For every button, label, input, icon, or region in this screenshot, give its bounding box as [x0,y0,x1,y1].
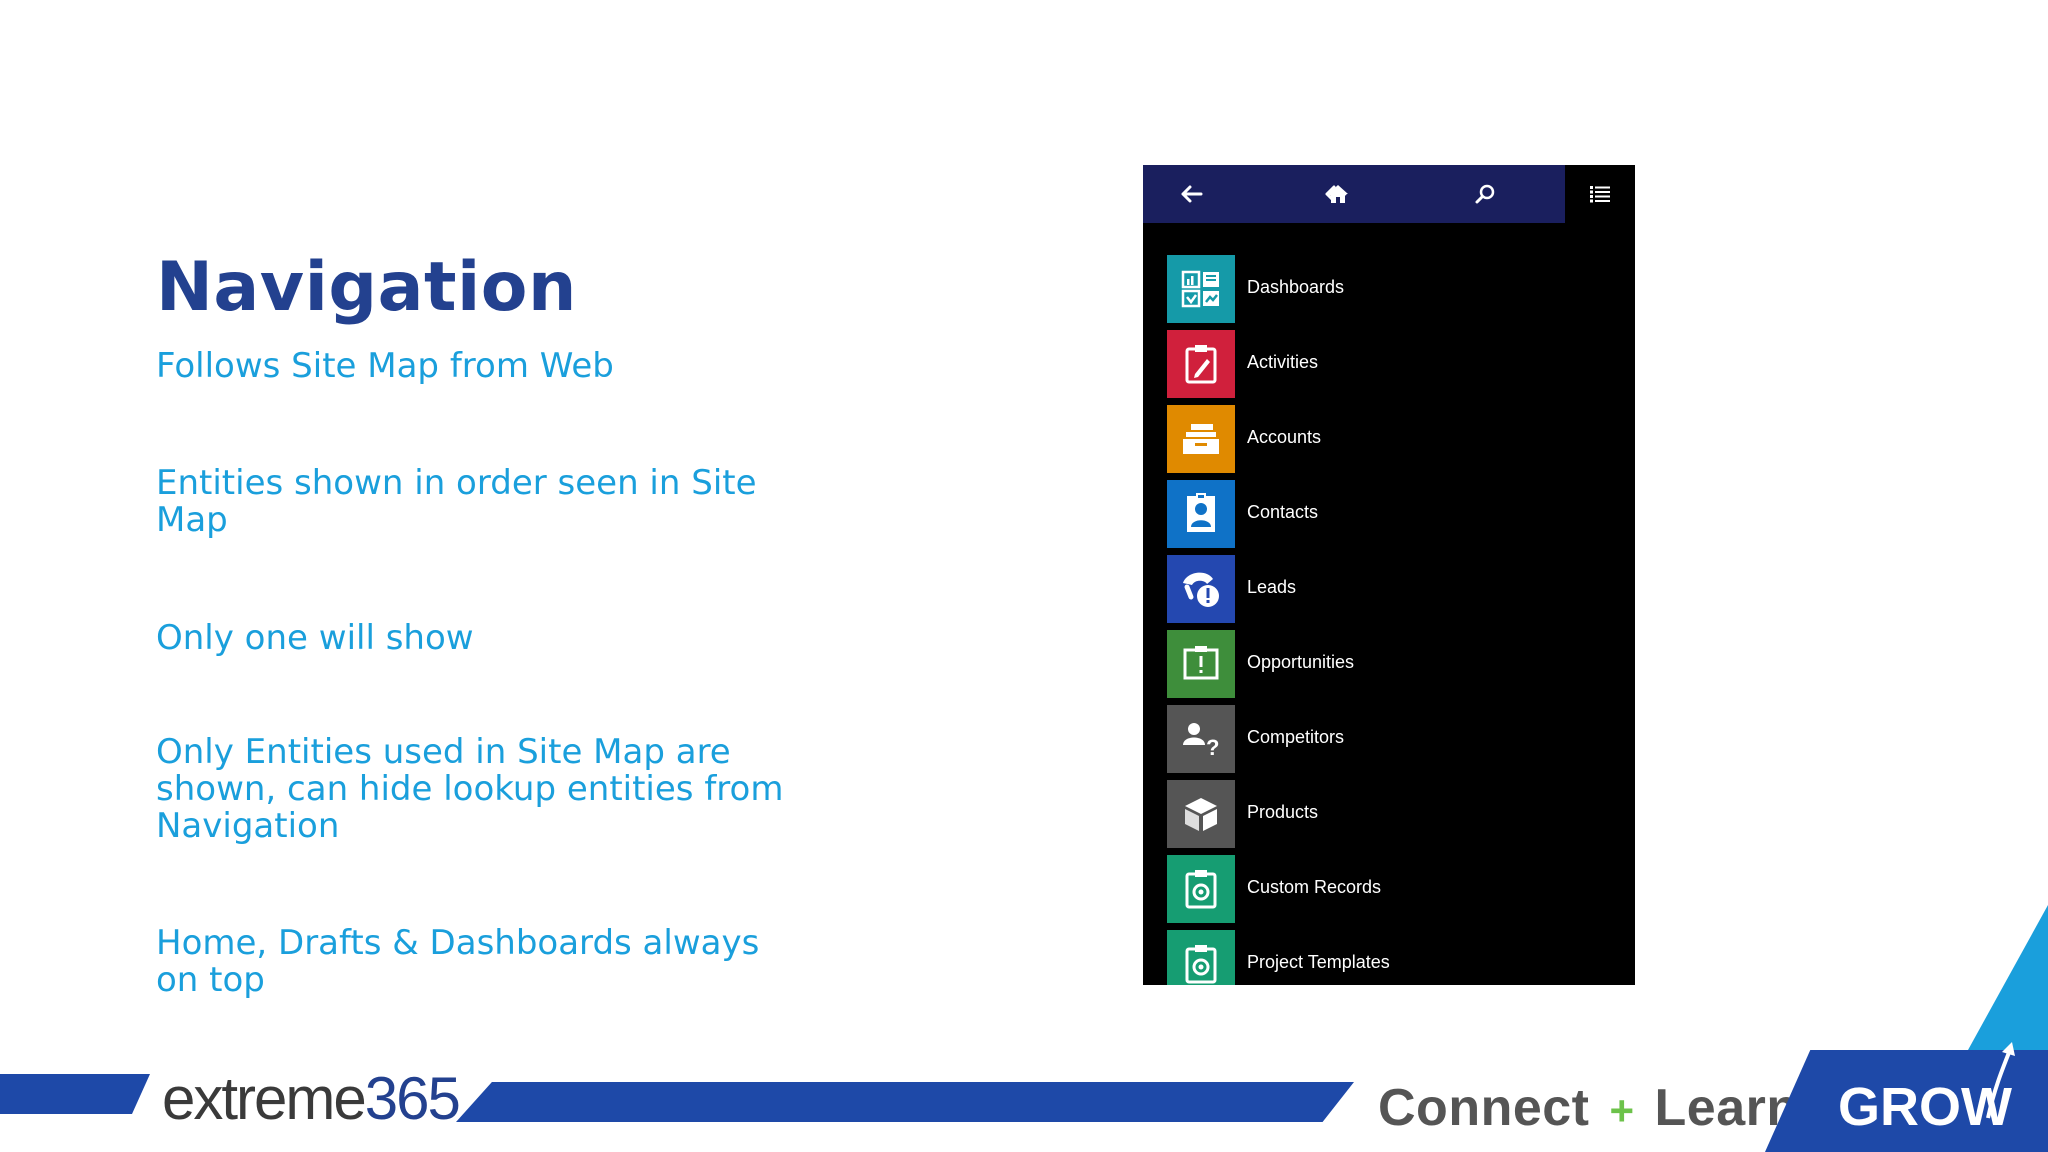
extreme365-logo: extreme365 [162,1064,461,1133]
nav-item-label: Activities [1247,352,1319,372]
clipboard-pen-icon [1185,345,1217,384]
svg-text:?: ? [1206,735,1219,759]
opportunities-tile [1167,630,1235,698]
nav-item-custom-records[interactable]: Custom Records [1143,853,1635,928]
box-icon [1185,798,1217,831]
custom-records-tile [1167,855,1235,923]
clipboard-gear-icon [1185,870,1217,909]
nav-item-label: Dashboards [1247,277,1345,297]
bullet-always-on-top: Home, Drafts & Dashboards always on top [156,923,760,1000]
contact-card-icon [1187,493,1215,532]
nav-item-label: Competitors [1247,727,1345,747]
activities-tile [1167,330,1235,398]
search-button[interactable] [1455,165,1515,223]
products-tile [1167,780,1235,848]
folder-stack-icon [1183,424,1219,454]
back-arrow-icon [1181,185,1203,203]
bullet-hide-lookup: Only Entities used in Site Map are shown… [156,732,784,846]
alert-board-icon [1183,646,1219,680]
navigation-menu-button[interactable] [1565,165,1635,223]
bullet-site-map: Follows Site Map from Web [156,346,614,386]
nav-item-label: Contacts [1247,502,1319,522]
nav-item-leads[interactable]: Leads [1143,553,1635,628]
home-icon [1328,185,1348,203]
tagline-connect: Connect [1378,1079,1590,1137]
logo-number: 365 [364,1065,461,1132]
list-menu-icon [1590,186,1610,203]
contacts-tile [1167,480,1235,548]
competitors-tile: ? [1167,705,1235,773]
app-toolbar [1143,165,1635,223]
nav-item-contacts[interactable]: Contacts [1143,478,1635,553]
accounts-tile [1167,405,1235,473]
slide-title: Navigation [156,248,577,327]
footer-stripe-left [0,1074,150,1114]
nav-item-activities[interactable]: Activities [1143,328,1635,403]
nav-item-accounts[interactable]: Accounts [1143,403,1635,478]
search-icon [1475,184,1495,204]
corner-accent [1968,905,2048,1050]
nav-item-label: Opportunities [1247,652,1355,672]
bullet-entity-order: Entities shown in order seen in Site Map [156,463,757,540]
leads-tile [1167,555,1235,623]
clipboard-gear-icon [1185,945,1217,984]
nav-item-project-templates[interactable]: Project Templates [1143,928,1635,985]
nav-item-label: Custom Records [1247,877,1382,897]
project-templates-tile [1167,930,1235,985]
nav-item-opportunities[interactable]: Opportunities [1143,628,1635,703]
growth-arrow-icon [1986,1042,2015,1119]
nav-item-competitors[interactable]: ? Competitors [1143,703,1635,778]
logo-text: extreme [162,1065,367,1132]
nav-item-label: Leads [1247,577,1297,597]
back-button[interactable] [1161,165,1221,223]
dashboards-tile [1167,255,1235,323]
nav-item-label: Accounts [1247,427,1322,447]
footer-stripe-main [456,1082,1354,1122]
nav-item-label: Project Templates [1247,952,1390,972]
home-button[interactable] [1308,165,1368,223]
nav-item-dashboards[interactable]: Dashboards [1143,253,1635,328]
entity-nav-list: Dashboards Activities Accounts Contacts … [1143,253,1635,985]
person-question-icon: ? [1183,723,1219,759]
nav-item-products[interactable]: Products [1143,778,1635,853]
bullet-only-one: Only one will show [156,618,474,658]
tagline-plus: + [1609,1087,1635,1134]
footer-banner: extreme365 Connect+Learn= GROW [0,1040,2048,1152]
dashboard-icon [1181,270,1219,308]
nav-item-label: Products [1247,802,1319,822]
phone-alert-icon [1183,572,1219,607]
